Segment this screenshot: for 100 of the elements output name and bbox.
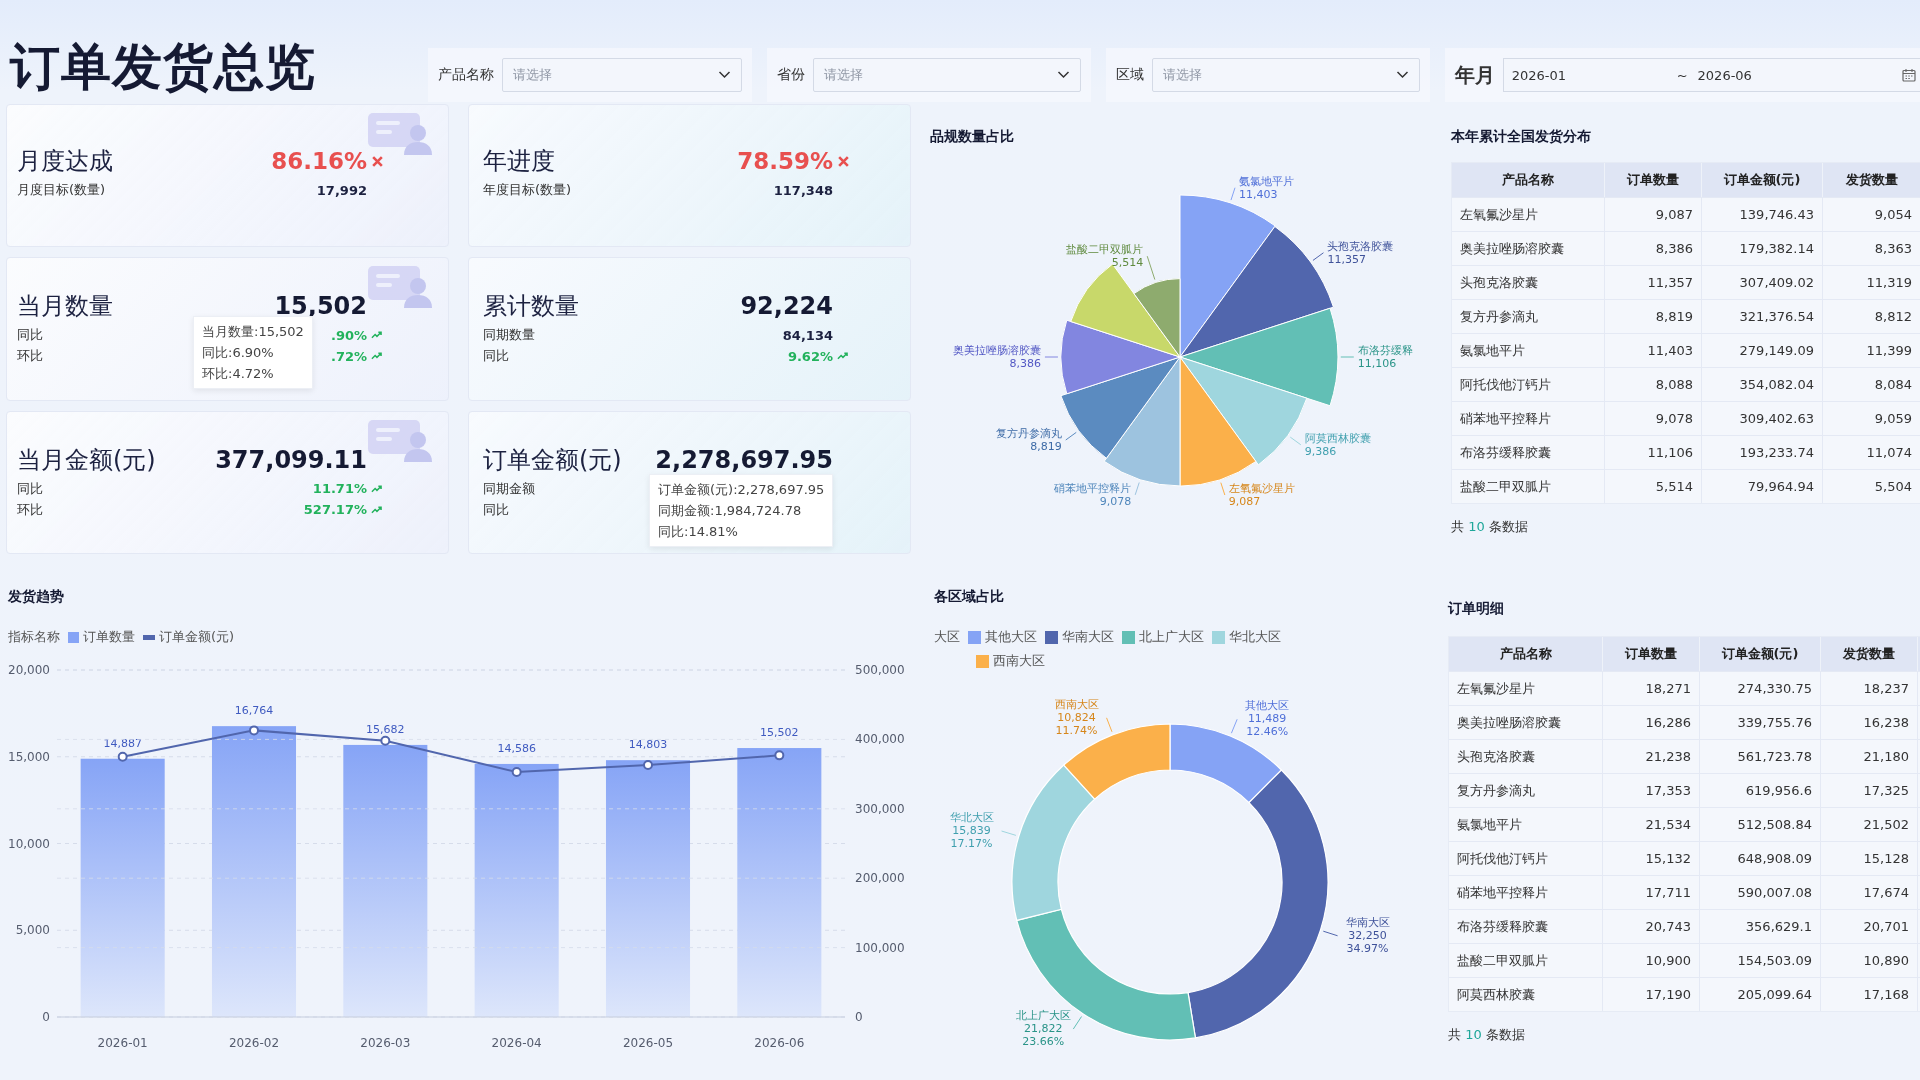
kpi-title: 月度达成 <box>17 146 113 177</box>
leader-line <box>1322 930 1339 937</box>
tooltip-line: 同比:14.81% <box>658 522 739 541</box>
axis-tick-label: 400,000 <box>855 732 905 747</box>
table-cell: 339,755.76 <box>1700 705 1821 739</box>
table-cell: 17,325 <box>1821 773 1918 807</box>
table-cell: 8,812 <box>1823 299 1920 333</box>
data-label: 14,887 <box>103 736 142 750</box>
chart-title: 品规数量占比 <box>930 128 1015 146</box>
legend-label[interactable]: 华南大区 <box>1062 628 1114 646</box>
table-cell: 512,508.84 <box>1700 807 1821 841</box>
axis-tick-label: 0 <box>42 1010 50 1024</box>
legend-label[interactable]: 华北大区 <box>1229 628 1281 646</box>
data-label: 华南大区 32,250 34.97% <box>1345 915 1390 955</box>
table-cell: 307,409.02 <box>1702 265 1823 299</box>
column-header: 发货数量 <box>1823 163 1920 197</box>
kpi-title: 订单金额(元) <box>483 444 622 476</box>
table-cell: 奥美拉唑肠溶胶囊 <box>1449 705 1603 739</box>
table-cell: 11,403 <box>1605 333 1702 367</box>
table-cell: 16,286 <box>1603 705 1700 739</box>
metric-value: 9.62% <box>787 348 833 364</box>
metric-label: 环比 <box>17 347 43 366</box>
table-cell: 8,363 <box>1823 231 1920 265</box>
axis-tick-label: 100,000 <box>855 940 905 955</box>
line-point <box>511 767 522 777</box>
table-cell: 20,743 <box>1603 909 1700 943</box>
table-title: 订单明细 <box>1448 600 1505 618</box>
axis-tick-label: 300,000 <box>855 801 905 816</box>
metric-value: 117,348 <box>773 182 833 198</box>
chevron-down-icon <box>1395 71 1409 79</box>
legend-swatch <box>1045 630 1058 644</box>
calendar-icon[interactable] <box>1902 68 1916 82</box>
axis-tick-label: 2026-03 <box>360 1036 411 1050</box>
table-cell: 590,007.08 <box>1700 875 1821 909</box>
table-cell: 硝苯地平控释片 <box>1452 401 1605 435</box>
table-cell: 5,514 <box>1605 469 1702 503</box>
axis-tick-label: 200,000 <box>855 871 905 886</box>
kpi-title: 当月金额(元) <box>17 444 156 476</box>
table-cell: 17,353 <box>1603 773 1700 807</box>
metric-label: 同比 <box>17 326 43 345</box>
table-cell: 79,964.94 <box>1702 469 1823 503</box>
chart-title: 发货趋势 <box>8 588 65 606</box>
table-cell: 盐酸二甲双胍片 <box>1452 469 1605 503</box>
table-cell: 139,746.43 <box>1702 197 1823 231</box>
cross-icon <box>371 154 384 168</box>
table-cell: 205,099.64 <box>1700 977 1821 1011</box>
tooltip-line: 环比:4.72% <box>202 365 275 384</box>
metric-value: 84,134 <box>782 327 833 343</box>
chart-title: 各区域占比 <box>934 588 1005 606</box>
cross-icon <box>837 154 850 168</box>
table-cell: 17,711 <box>1603 875 1700 909</box>
table-cell: 193,233.74 <box>1702 435 1823 469</box>
table-cell: 17,674 <box>1821 875 1918 909</box>
metric-value: 11.71% <box>312 481 367 497</box>
table-cell: 15,132 <box>1603 841 1700 875</box>
axis-tick-label: 0 <box>855 1010 863 1024</box>
filter-label: 区域 <box>1115 66 1144 84</box>
table-cell: 21,534 <box>1603 807 1700 841</box>
legend-label[interactable]: 北上广大区 <box>1139 628 1204 646</box>
axis-tick-label: 2026-06 <box>754 1036 805 1050</box>
legend-swatch <box>1212 630 1225 644</box>
axis-tick-label: 2026-04 <box>491 1036 542 1050</box>
metric-value: 17,992 <box>316 182 367 198</box>
axis-tick-label: 20,000 <box>8 663 50 677</box>
legend-label[interactable]: 订单金额(元) <box>159 628 235 646</box>
table-cell: 布洛芬缓释胶囊 <box>1452 435 1605 469</box>
chevron-down-icon <box>1056 71 1070 79</box>
table-cell: 356,629.1 <box>1700 909 1821 943</box>
table-cell: 5,504 <box>1823 469 1920 503</box>
kpi-title: 当月数量 <box>17 291 113 323</box>
data-label: 奥美拉唑肠溶胶囊 8,386 <box>952 344 1041 370</box>
leader-line <box>1230 718 1238 734</box>
data-label: 布洛芬缓释 11,106 <box>1357 344 1413 370</box>
legend-label[interactable]: 其他大区 <box>985 628 1037 646</box>
table-cell: 16,238 <box>1821 705 1918 739</box>
legend-label[interactable]: 西南大区 <box>993 652 1045 670</box>
line-point <box>249 725 259 736</box>
line-point <box>774 750 785 761</box>
table-cell: 15,128 <box>1821 841 1918 875</box>
table-cell: 8,386 <box>1605 231 1702 265</box>
table-cell: 561,723.78 <box>1700 739 1821 773</box>
metric-label: 同比 <box>17 479 43 498</box>
table-cell: 左氧氟沙星片 <box>1452 197 1605 231</box>
table-cell: 11,319 <box>1823 265 1920 299</box>
chevron-down-icon <box>717 71 731 79</box>
leader-line <box>1072 1016 1083 1030</box>
column-header: 订单金额(元) <box>1700 637 1821 671</box>
start-date[interactable]: 2026-01 <box>1511 67 1677 83</box>
filter-label: 产品名称 <box>437 66 494 84</box>
leader-line <box>1044 356 1059 358</box>
table-cell: 21,502 <box>1821 807 1918 841</box>
table-cell: 8,819 <box>1605 299 1702 333</box>
column-header: 订单数量 <box>1603 637 1700 671</box>
data-label: 14,586 <box>497 741 536 755</box>
kpi-title: 年进度 <box>483 146 555 177</box>
axis-tick-label: 2026-05 <box>622 1036 674 1050</box>
legend-label[interactable]: 订单数量 <box>83 628 135 646</box>
leader-line <box>1065 431 1077 441</box>
line-point <box>117 751 128 762</box>
end-date[interactable]: 2026-06 <box>1697 67 1863 83</box>
